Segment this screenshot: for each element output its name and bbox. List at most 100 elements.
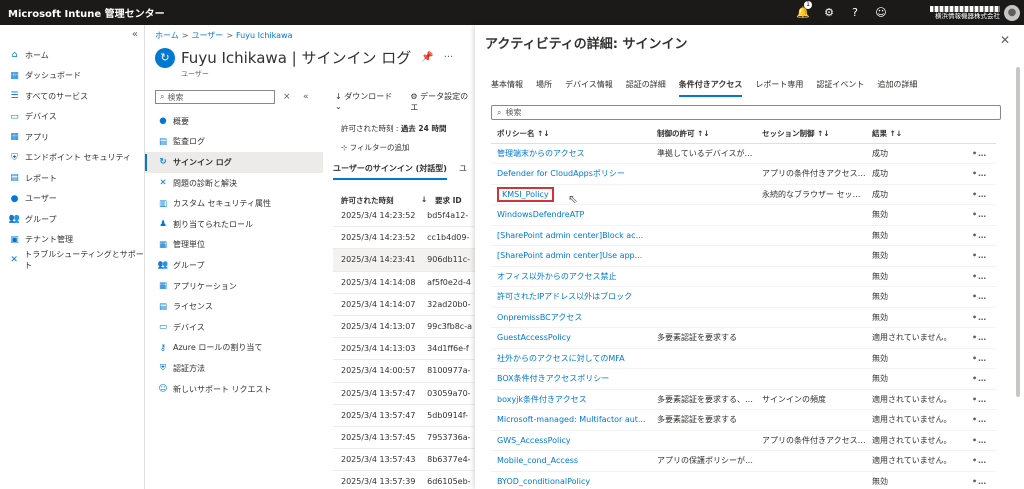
policy-name-link[interactable]: boxyjk条件付きアクセス bbox=[491, 389, 651, 410]
more-actions-button[interactable]: ••• bbox=[966, 204, 996, 226]
blade-menu-item-0[interactable]: ● 概要 bbox=[145, 111, 323, 132]
table-row[interactable]: Defender for CloudAppsポリシー アプリの条件付きアクセス制.… bbox=[491, 163, 996, 185]
more-actions-button[interactable]: ••• bbox=[966, 430, 996, 451]
policy-name-link[interactable]: 許可されたIPアドレス以外はブロック bbox=[491, 286, 651, 308]
highlighted-policy-link[interactable]: KMSI_Policy bbox=[497, 186, 554, 202]
tab-6[interactable]: 認証イベント bbox=[816, 79, 864, 97]
more-actions-button[interactable]: ••• bbox=[966, 348, 996, 369]
nav-item-1[interactable]: ▦ ダッシュボード bbox=[0, 66, 144, 87]
blade-menu-item-5[interactable]: ♟ 割り当てられたロール bbox=[145, 214, 323, 235]
policy-search-input[interactable]: ⌕ 検索 bbox=[491, 105, 1001, 120]
table-row[interactable]: Mobile_cond_Access アプリの保護ポリシーが必要 適用されていません… bbox=[491, 450, 996, 472]
table-row[interactable]: Microsoft-managed: Multifactor aut... 多要素… bbox=[491, 409, 996, 431]
add-filter-button[interactable]: ⊹ フィルターの追加 bbox=[341, 142, 410, 153]
nav-item-9[interactable]: ▣ テナント管理 bbox=[0, 230, 144, 251]
nav-item-5[interactable]: ⛨ エンドポイント セキュリティ bbox=[0, 148, 144, 169]
feedback-icon[interactable]: ☺ bbox=[868, 6, 894, 19]
more-actions-button[interactable]: ••• bbox=[966, 368, 996, 390]
collapse-nav-button[interactable]: « bbox=[132, 29, 138, 40]
table-row[interactable]: GuestAccessPolicy 多要素認証を要求する 適用されていません。 ••• bbox=[491, 327, 996, 349]
signin-row[interactable]: 2025/3/4 13:57:39 6d6105eb- bbox=[333, 471, 475, 489]
signin-row[interactable]: 2025/3/4 13:57:45 7953736a- bbox=[333, 427, 475, 450]
signin-row[interactable]: 2025/3/4 14:14:07 32ad20b0- bbox=[333, 294, 475, 316]
signin-row[interactable]: 2025/3/4 13:57:47 03059a70- bbox=[333, 383, 475, 405]
more-actions-button[interactable]: ••• bbox=[966, 471, 996, 489]
nav-item-0[interactable]: ⌂ ホーム bbox=[0, 45, 144, 66]
policy-name-link[interactable]: WindowsDefendreATP bbox=[491, 204, 651, 226]
tab-3[interactable]: 認証の詳細 bbox=[626, 79, 666, 97]
table-row[interactable]: オフィス以外からのアクセス禁止 無効 ••• bbox=[491, 266, 996, 287]
table-row[interactable]: OnpremissBCアクセス 無効 ••• bbox=[491, 307, 996, 328]
blade-menu-item-6[interactable]: ▦ 管理単位 bbox=[145, 235, 323, 256]
signin-row[interactable]: 2025/3/4 14:14:08 af5f0e2d-4 bbox=[333, 272, 475, 294]
policy-name-link[interactable]: [SharePoint admin center]Use app... bbox=[491, 245, 651, 267]
collapse-menu-icon[interactable]: « bbox=[303, 92, 309, 102]
data-settings-button[interactable]: ⚙ データ設定のエ bbox=[410, 91, 475, 113]
nav-item-10[interactable]: ✕ トラブルシューティングとサポート bbox=[0, 250, 144, 271]
blade-menu-item-1[interactable]: ▤ 監査ログ bbox=[145, 132, 323, 153]
blade-menu-item-10[interactable]: ▭ デバイス bbox=[145, 317, 323, 338]
signin-row[interactable]: 2025/3/4 13:57:43 8b6377e4- bbox=[333, 449, 475, 472]
blade-menu-item-3[interactable]: ✕ 問題の診断と解決 bbox=[145, 173, 323, 194]
breadcrumb-home[interactable]: ホーム bbox=[155, 31, 179, 40]
blade-menu-item-7[interactable]: 👥 グループ bbox=[145, 255, 323, 276]
policy-name-link[interactable]: Defender for CloudAppsポリシー bbox=[491, 163, 651, 185]
breadcrumb-users[interactable]: ユーザー bbox=[191, 31, 223, 40]
nav-item-2[interactable]: ☰ すべてのサービス bbox=[0, 86, 144, 107]
table-row[interactable]: [SharePoint admin center]Block ac... 無効 ••… bbox=[491, 225, 996, 246]
table-row[interactable]: KMSI_Policy 永続的なブラウザー セッション 成功 ••• bbox=[491, 184, 996, 205]
policy-name-link[interactable]: オフィス以外からのアクセス禁止 bbox=[491, 266, 651, 287]
signin-row[interactable]: 2025/3/4 14:00:57 8100977a- bbox=[333, 360, 475, 383]
table-row[interactable]: 社外からのアクセスに対してのMFA 無効 ••• bbox=[491, 348, 996, 369]
column-header-grant-controls[interactable]: 制御の許可 ↑↓ bbox=[651, 125, 756, 144]
policy-name-link[interactable]: [SharePoint admin center]Block ac... bbox=[491, 225, 651, 246]
tab-0[interactable]: 基本情報 bbox=[491, 79, 523, 97]
table-row[interactable]: WindowsDefendreATP 無効 ••• bbox=[491, 204, 996, 226]
signin-row[interactable]: 2025/3/4 14:13:03 34d1ff6e-f bbox=[333, 338, 475, 361]
column-header-policy-name[interactable]: ポリシー名 ↑↓ bbox=[491, 125, 651, 144]
table-row[interactable]: [SharePoint admin center]Use app... 無効 ••• bbox=[491, 245, 996, 267]
tab-4[interactable]: 条件付きアクセス bbox=[678, 79, 743, 97]
more-actions-button[interactable]: ••• bbox=[966, 327, 996, 349]
download-button[interactable]: ↓ ダウンロード ⌄ bbox=[335, 91, 400, 113]
policy-name-link[interactable]: BYOD_conditionalPolicy bbox=[491, 471, 651, 489]
notification-icon[interactable]: 🔔 1 bbox=[790, 1, 816, 19]
more-actions-button[interactable]: ••• bbox=[966, 184, 996, 205]
tab-5[interactable]: レポート専用 bbox=[755, 79, 803, 97]
policy-name-link[interactable]: Mobile_cond_Access bbox=[491, 450, 651, 472]
nav-item-7[interactable]: ● ユーザー bbox=[0, 189, 144, 210]
pin-icon[interactable]: 📌 bbox=[421, 52, 433, 63]
more-actions-button[interactable]: ••• bbox=[966, 307, 996, 328]
blade-menu-item-4[interactable]: ▥ カスタム セキュリティ属性 bbox=[145, 193, 323, 214]
nav-item-8[interactable]: 👥 グループ bbox=[0, 209, 144, 230]
more-actions-button[interactable]: ••• bbox=[966, 286, 996, 308]
table-row[interactable]: GWS_AccessPolicy アプリの条件付きアクセス制... 適用されていませ… bbox=[491, 430, 996, 451]
account-info[interactable]: 横浜情報機器株式会社 bbox=[894, 5, 1004, 20]
more-actions-button[interactable]: ••• bbox=[966, 163, 996, 185]
policy-name-link[interactable]: GWS_AccessPolicy bbox=[491, 430, 651, 451]
table-row[interactable]: 許可されたIPアドレス以外はブロック 無効 ••• bbox=[491, 286, 996, 308]
more-options-icon[interactable]: ··· bbox=[444, 52, 454, 63]
blade-menu-item-12[interactable]: ⛨ 認証方法 bbox=[145, 358, 323, 379]
blade-menu-item-13[interactable]: ☺ 新しいサポート リクエスト bbox=[145, 379, 323, 400]
more-actions-button[interactable]: ••• bbox=[966, 143, 996, 164]
column-header-result[interactable]: 結果 ↑↓ bbox=[866, 125, 966, 144]
more-actions-button[interactable]: ••• bbox=[966, 225, 996, 246]
breadcrumb-user[interactable]: Fuyu Ichikawa bbox=[236, 31, 292, 40]
blade-menu-item-9[interactable]: ▤ ライセンス bbox=[145, 296, 323, 317]
table-row[interactable]: boxyjk条件付きアクセス 多要素認証を要求する、準... サインインの頻度 適用さ… bbox=[491, 389, 996, 410]
policy-name-link[interactable]: GuestAccessPolicy bbox=[491, 327, 651, 349]
tab-interactive-signins[interactable]: ユーザーのサインイン (対話型) bbox=[333, 163, 447, 180]
nav-item-3[interactable]: ▭ デバイス bbox=[0, 107, 144, 128]
column-header-session-controls[interactable]: セッション制御 ↑↓ bbox=[756, 125, 866, 144]
policy-name-link[interactable]: OnpremissBCアクセス bbox=[491, 307, 651, 328]
signin-row[interactable]: 2025/3/4 14:23:41 906db11c- bbox=[333, 249, 475, 272]
policy-name-link[interactable]: Microsoft-managed: Multifactor aut... bbox=[491, 409, 651, 431]
blade-menu-item-8[interactable]: ▦ アプリケーション bbox=[145, 276, 323, 297]
more-actions-button[interactable]: ••• bbox=[966, 389, 996, 410]
nav-item-4[interactable]: ▦ アプリ bbox=[0, 127, 144, 148]
more-actions-button[interactable]: ••• bbox=[966, 450, 996, 472]
table-row[interactable]: BOX条件付きアクセスポリシー 無効 ••• bbox=[491, 368, 996, 390]
signin-row[interactable]: 2025/3/4 14:23:52 cc1b4d09- bbox=[333, 227, 475, 250]
tab-noninteractive-signins[interactable]: ユ bbox=[459, 163, 467, 180]
